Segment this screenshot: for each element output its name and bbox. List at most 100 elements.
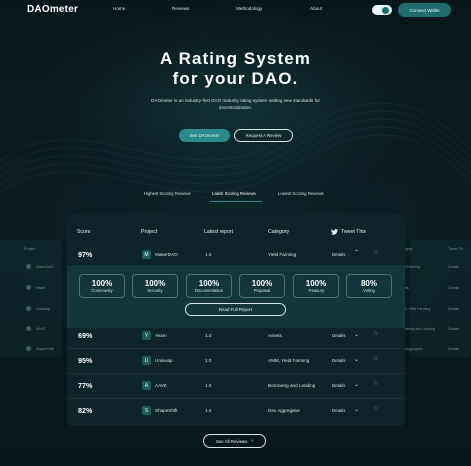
top-nav: DAOmeter Home Reviews Methodology About … (0, 0, 471, 20)
row-report: 1.0 (205, 333, 212, 338)
yearn-logo-icon: Y (142, 331, 151, 340)
metric-label: Security (147, 288, 163, 293)
row-score: 77% (78, 381, 93, 390)
read-full-report-button[interactable]: Read Full Report (185, 303, 286, 316)
see-daometer-button[interactable]: See DAOmeter (179, 129, 230, 142)
toggle-knob (382, 6, 389, 14)
makerdao-logo-icon: M (142, 250, 151, 259)
details-link[interactable]: Details (332, 408, 345, 413)
ghost-left-icon (26, 326, 31, 331)
metric-label: Voting (363, 288, 375, 293)
nav-home[interactable]: Home (113, 6, 125, 11)
chevron-down-icon[interactable]: ⌄ (354, 406, 359, 413)
hero-title: A Rating System for your DAO. (0, 49, 471, 89)
ghost-right-details: Details (448, 307, 459, 311)
details-link[interactable]: Details (332, 333, 345, 338)
row-category: AMM, Yield Farming (268, 358, 310, 363)
ghost-left-item: Uniswap (36, 307, 50, 311)
row-score: 97% (78, 250, 93, 259)
active-tab-indicator (210, 201, 262, 202)
nav-about[interactable]: About (310, 6, 322, 11)
theme-toggle[interactable] (372, 5, 392, 15)
arrow-right-icon: › (251, 438, 254, 444)
details-link[interactable]: Details (332, 252, 345, 257)
row-category: Yield Farming (268, 252, 297, 257)
metric-value: 100% (305, 279, 327, 288)
chevron-down-icon[interactable]: ⌄ (354, 356, 359, 363)
row-project[interactable]: Yearn (155, 333, 167, 338)
tab-highest-scoring[interactable]: Highest Scoring Reviews (144, 191, 191, 196)
row-divider (67, 327, 405, 328)
metric-voting: 80% Voting (346, 274, 392, 298)
ghost-left-icon (26, 346, 31, 351)
row-project[interactable]: AAVE (155, 383, 167, 388)
metric-value: 100% (144, 279, 166, 288)
nav-reviews[interactable]: Reviews (172, 6, 189, 11)
ghost-left-icon (26, 306, 31, 311)
row-report: 1.0 (205, 383, 212, 388)
row-category: Dex Aggregator (268, 408, 300, 413)
star-icon[interactable]: ☆ (373, 405, 378, 412)
see-all-label: See All Reviews (215, 438, 248, 444)
hero-title-line-2: for your DAO. (172, 69, 299, 88)
ghost-right-details: Details (448, 265, 459, 269)
star-icon[interactable]: ☆ (373, 249, 378, 256)
metric-value: 100% (91, 279, 113, 288)
row-report: 1.0 (205, 252, 212, 257)
row-divider (67, 373, 405, 374)
details-link[interactable]: Details (332, 358, 345, 363)
row-project[interactable]: ShapeShift (155, 408, 177, 413)
metric-security: 100% Security (132, 274, 178, 298)
metric-treasury: 100% Treasury (293, 274, 339, 298)
metric-label: Proposal (253, 288, 271, 293)
header-tweet-this[interactable]: Tweet This (331, 229, 366, 235)
row-category: Borrowing and Lending (268, 383, 316, 388)
ghost-left-item: AAVE (36, 327, 46, 331)
header-category: Category (268, 229, 290, 235)
header-latest-report: Latest report (204, 229, 234, 235)
header-score: Score (77, 229, 91, 235)
ghost-left-item: ShapeShift (36, 347, 54, 351)
ghost-left-icon (26, 264, 31, 269)
see-all-reviews-button[interactable]: See All Reviews › (203, 434, 266, 448)
ghost-panel-right: Category Tweet Th Yield Farming Details … (398, 240, 471, 358)
row-divider (67, 348, 405, 349)
row-category: Assets (268, 333, 282, 338)
nav-methodology[interactable]: Methodology (236, 6, 262, 11)
row-report: 1.0 (205, 408, 212, 413)
ghost-right-header: Tweet Th (448, 247, 463, 251)
row-project[interactable]: MakerDAO (155, 252, 178, 257)
row-score: 82% (78, 406, 93, 415)
row-score: 69% (78, 331, 93, 340)
tab-lowest-scoring[interactable]: Lowest Scoring Reviews (278, 191, 324, 196)
row-report: 1.0 (205, 358, 212, 363)
chevron-down-icon[interactable]: ⌄ (354, 381, 359, 388)
ghost-left-header: Project (24, 247, 36, 251)
twitter-icon (331, 229, 338, 235)
chevron-down-icon[interactable]: ⌄ (354, 331, 359, 338)
metric-value: 100% (251, 279, 273, 288)
metric-proposal: 100% Proposal (239, 274, 285, 298)
chevron-up-icon[interactable]: ⌃ (354, 249, 359, 256)
tab-latest-scoring[interactable]: Latest Scoring Reviews (212, 191, 256, 196)
shapeshift-logo-icon: S (142, 406, 151, 415)
uniswap-logo-icon: U (142, 356, 151, 365)
connect-wallet-button[interactable]: Connect Wallet (398, 3, 451, 17)
request-review-button[interactable]: Request A Review (234, 129, 293, 142)
hero-subtitle: DAOmeter is an industry-first DAO maturi… (150, 98, 320, 110)
metric-label: Documentation (194, 288, 224, 293)
row-project[interactable]: Uniswap (155, 358, 173, 363)
hero-title-line-1: A Rating System (160, 49, 311, 68)
star-icon[interactable]: ☆ (373, 330, 378, 337)
metric-value: 80% (360, 279, 377, 288)
metric-community: 100% Community (79, 274, 125, 298)
ghost-left-icon (26, 285, 31, 290)
metric-label: Community (91, 288, 113, 293)
details-link[interactable]: Details (332, 383, 345, 388)
metric-documentation: 100% Documentation (186, 274, 232, 298)
star-icon[interactable]: ☆ (373, 355, 378, 362)
ghost-panel-left: Project MakerDAO Yearn Uniswap AAVE Shap… (0, 240, 62, 358)
aave-logo-icon: A (142, 381, 151, 390)
logo[interactable]: DAOmeter (27, 4, 78, 15)
star-icon[interactable]: ☆ (373, 380, 378, 387)
